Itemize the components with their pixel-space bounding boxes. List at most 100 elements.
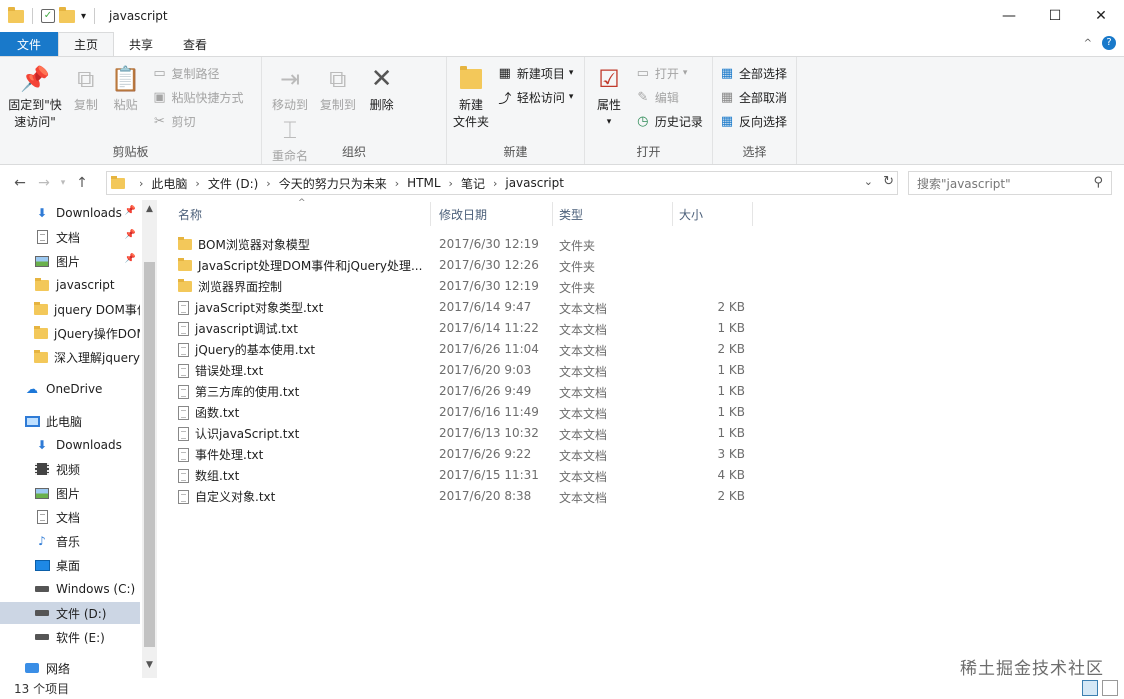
refresh-icon[interactable]: ↻ bbox=[883, 174, 894, 189]
properties-label: 属性 bbox=[596, 98, 621, 112]
file-row[interactable]: 函数.txt 2017/6/16 11:49 文本文档 1 KB bbox=[178, 402, 758, 423]
file-row[interactable]: jQuery的基本使用.txt 2017/6/26 11:04 文本文档 2 K… bbox=[178, 339, 758, 360]
file-row[interactable]: 认识javaScript.txt 2017/6/13 10:32 文本文档 1 … bbox=[178, 423, 758, 444]
new-folder-icon[interactable] bbox=[59, 6, 75, 23]
select-all-button[interactable]: ▦ 全部选择 bbox=[719, 63, 787, 83]
address-bar[interactable]: › 此电脑 › 文件 (D:) › 今天的努力只为未来 › HTML › 笔记 … bbox=[106, 171, 898, 195]
breadcrumb-notes[interactable]: 笔记 bbox=[461, 175, 485, 192]
nav-item-pc-downloads[interactable]: ⬇ Downloads bbox=[0, 434, 140, 456]
nav-item-pc-documents[interactable]: 文档 bbox=[0, 506, 140, 528]
nav-item-videos[interactable]: 视频 bbox=[0, 458, 140, 480]
large-icons-view-icon[interactable] bbox=[1102, 680, 1118, 696]
move-to-button[interactable]: ⇥ 移动到 bbox=[268, 63, 312, 114]
nav-item-documents[interactable]: 文档 📌 bbox=[0, 226, 140, 248]
nav-item-pictures[interactable]: 图片 📌 bbox=[0, 250, 140, 272]
details-view-icon[interactable] bbox=[1082, 680, 1098, 696]
breadcrumb-javascript[interactable]: javascript bbox=[505, 176, 564, 190]
tab-file[interactable]: 文件 bbox=[0, 32, 59, 56]
invert-selection-button[interactable]: ▦ 反向选择 bbox=[719, 111, 787, 131]
chevron-down-icon[interactable]: ⌄ bbox=[864, 175, 873, 188]
breadcrumb-html[interactable]: HTML bbox=[407, 176, 440, 190]
breadcrumb-this-pc[interactable]: 此电脑 bbox=[151, 175, 187, 192]
forward-icon[interactable]: → bbox=[32, 175, 56, 191]
maximize-button[interactable]: ☐ bbox=[1032, 0, 1078, 32]
minimize-button[interactable]: — bbox=[986, 0, 1032, 32]
properties-button[interactable]: ☑ 属性 ▾ bbox=[591, 63, 627, 131]
close-button[interactable]: ✕ bbox=[1078, 0, 1124, 32]
customize-toolbar-icon[interactable]: ▾ bbox=[81, 11, 86, 22]
file-row[interactable]: 数组.txt 2017/6/15 11:31 文本文档 4 KB bbox=[178, 465, 758, 486]
file-row[interactable]: javaScript对象类型.txt 2017/6/14 9:47 文本文档 2… bbox=[178, 297, 758, 318]
file-row[interactable]: 错误处理.txt 2017/6/20 9:03 文本文档 1 KB bbox=[178, 360, 758, 381]
nav-item-downloads[interactable]: ⬇ Downloads 📌 bbox=[0, 202, 140, 224]
file-row[interactable]: 自定义对象.txt 2017/6/20 8:38 文本文档 2 KB bbox=[178, 486, 758, 507]
copy-path-button[interactable]: ▭ 复制路径 bbox=[151, 63, 243, 83]
nav-item-drive-c[interactable]: Windows (C:) bbox=[0, 578, 140, 600]
up-icon[interactable]: ↑ bbox=[70, 175, 94, 191]
history-button[interactable]: ◷ 历史记录 bbox=[635, 111, 703, 131]
pin-quick-access-button[interactable]: 📌 固定到"快 速访问" bbox=[6, 63, 64, 131]
nav-item-drive-e[interactable]: 软件 (E:) bbox=[0, 626, 140, 648]
file-row[interactable]: 第三方库的使用.txt 2017/6/26 9:49 文本文档 1 KB bbox=[178, 381, 758, 402]
properties-icon[interactable]: ✓ bbox=[41, 9, 55, 23]
tab-home[interactable]: 主页 bbox=[58, 32, 115, 56]
column-divider[interactable] bbox=[752, 202, 753, 226]
help-icon[interactable]: ? bbox=[1102, 36, 1116, 50]
chevron-right-icon[interactable]: › bbox=[195, 177, 199, 190]
edit-button[interactable]: ✎ 编辑 bbox=[635, 87, 703, 107]
nav-item-jquery-dom-events[interactable]: jquery DOM事件 bbox=[0, 298, 140, 320]
cut-button[interactable]: ✂ 剪切 bbox=[151, 111, 243, 131]
new-item-button[interactable]: ▦ 新建项目 ▾ bbox=[497, 63, 574, 83]
tab-share[interactable]: 共享 bbox=[114, 32, 168, 56]
cut-label: 剪切 bbox=[171, 114, 196, 129]
nav-item-pc-pictures[interactable]: 图片 bbox=[0, 482, 140, 504]
delete-button[interactable]: ✕ 删除 bbox=[364, 63, 400, 114]
nav-item-javascript[interactable]: javascript bbox=[0, 274, 140, 296]
open-button[interactable]: ▭ 打开 ▾ bbox=[635, 63, 703, 83]
paste-button[interactable]: 📋 粘贴 bbox=[108, 63, 144, 114]
file-type: 文本文档 bbox=[559, 407, 608, 421]
copy-to-button[interactable]: ⧉ 复制到 bbox=[316, 63, 360, 114]
recent-locations-icon[interactable]: ▾ bbox=[56, 178, 70, 188]
text-file-icon bbox=[178, 468, 189, 483]
column-header-type[interactable]: 类型 bbox=[541, 200, 661, 228]
scroll-up-icon[interactable]: ▲ bbox=[142, 204, 157, 214]
search-input[interactable]: 搜索"javascript" ⚲ bbox=[908, 171, 1112, 195]
new-folder-button[interactable]: 新建 文件夹 bbox=[453, 63, 489, 131]
file-row[interactable]: BOM浏览器对象模型 2017/6/30 12:19 文件夹 bbox=[178, 234, 758, 255]
file-row[interactable]: javascript调试.txt 2017/6/14 11:22 文本文档 1 … bbox=[178, 318, 758, 339]
column-header-size[interactable]: 大小 bbox=[661, 200, 741, 228]
scrollbar-thumb[interactable] bbox=[144, 262, 155, 647]
chevron-right-icon[interactable]: › bbox=[266, 177, 270, 190]
nav-item-onedrive[interactable]: ☁ OneDrive bbox=[0, 378, 140, 400]
chevron-right-icon[interactable]: › bbox=[395, 177, 399, 190]
file-row[interactable]: JavaScript处理DOM事件和jQuery处理... 2017/6/30 … bbox=[178, 255, 758, 276]
collapse-ribbon-icon[interactable]: ^ bbox=[1084, 38, 1092, 49]
nav-item-jquery-dom[interactable]: jQuery操作DOM bbox=[0, 322, 140, 344]
breadcrumb-drive-d[interactable]: 文件 (D:) bbox=[208, 175, 258, 192]
scroll-down-icon[interactable]: ▼ bbox=[142, 660, 157, 670]
nav-item-desktop[interactable]: 桌面 bbox=[0, 554, 140, 576]
breadcrumb-folder[interactable]: 今天的努力只为未来 bbox=[279, 175, 387, 192]
chevron-right-icon[interactable]: › bbox=[139, 177, 143, 190]
file-row[interactable]: 浏览器界面控制 2017/6/30 12:19 文件夹 bbox=[178, 276, 758, 297]
column-header-name[interactable]: 名称 bbox=[160, 200, 430, 228]
nav-item-network[interactable]: 网络 bbox=[0, 657, 140, 678]
nav-scrollbar[interactable]: ▲ ▼ bbox=[142, 200, 157, 678]
column-header-date[interactable]: 修改日期 bbox=[421, 200, 541, 228]
easy-access-button[interactable]: ⤴ 轻松访问 ▾ bbox=[497, 87, 573, 107]
paste-shortcut-button[interactable]: ▣ 粘贴快捷方式 bbox=[151, 87, 243, 107]
chevron-right-icon[interactable]: › bbox=[493, 177, 497, 190]
back-icon[interactable]: ← bbox=[8, 175, 32, 191]
chevron-right-icon[interactable]: › bbox=[449, 177, 453, 190]
divider bbox=[32, 8, 33, 24]
nav-item-music[interactable]: ♪ 音乐 bbox=[0, 530, 140, 552]
select-none-button[interactable]: ▦ 全部取消 bbox=[719, 87, 787, 107]
pin-icon: 📌 bbox=[124, 230, 136, 240]
tab-view[interactable]: 查看 bbox=[168, 32, 222, 56]
file-row[interactable]: 事件处理.txt 2017/6/26 9:22 文本文档 3 KB bbox=[178, 444, 758, 465]
nav-item-deep-jquery[interactable]: 深入理解jquery bbox=[0, 346, 140, 368]
nav-item-this-pc[interactable]: 此电脑 bbox=[0, 410, 140, 432]
copy-button[interactable]: ⧉ 复制 bbox=[68, 63, 104, 114]
nav-item-drive-d[interactable]: 文件 (D:) bbox=[0, 602, 140, 624]
